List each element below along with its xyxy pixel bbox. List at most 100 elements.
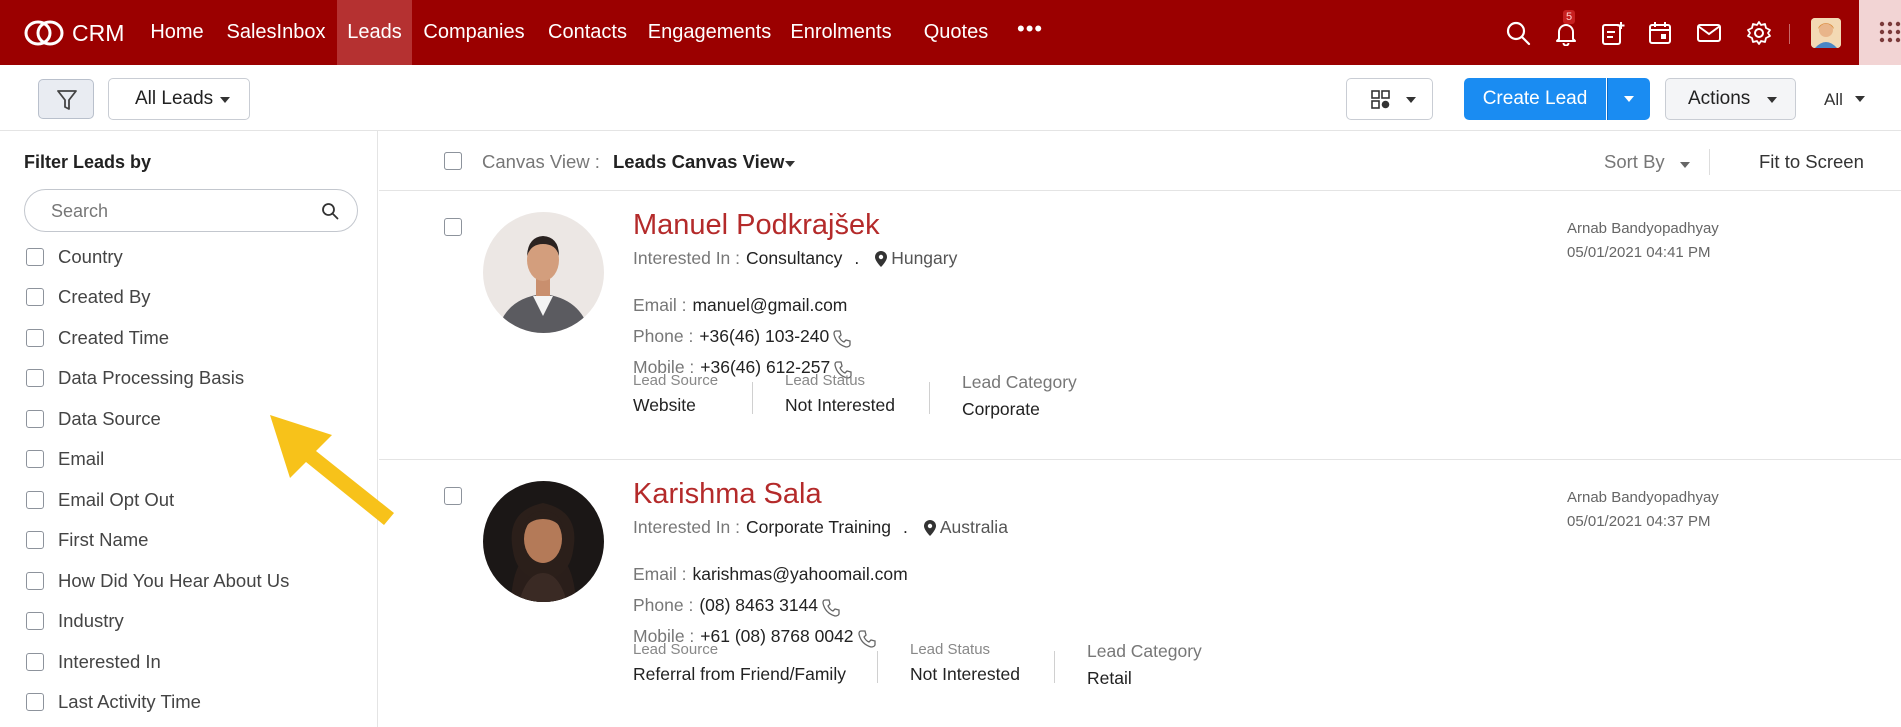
interested-in-value: Corporate Training: [746, 517, 891, 537]
brand-name: CRM: [72, 19, 125, 46]
view-switcher-dropdown[interactable]: [1346, 78, 1433, 120]
checkbox[interactable]: [26, 531, 44, 549]
lead-status-label: Lead Status: [785, 372, 866, 389]
nav-item-quotes[interactable]: Quotes: [917, 0, 995, 65]
filter-item-industry[interactable]: Industry: [26, 609, 124, 633]
filter-label: Data Source: [58, 408, 161, 429]
lead-phone[interactable]: (08) 8463 3144: [699, 595, 818, 616]
filter-item-created-time[interactable]: Created Time: [26, 326, 169, 350]
nav-item-leads[interactable]: Leads: [337, 0, 412, 65]
checkbox[interactable]: [26, 248, 44, 266]
chevron-down-icon[interactable]: [1680, 162, 1690, 168]
lead-owner: Arnab Bandyopadhyay: [1567, 220, 1719, 237]
lead-category-value: Corporate: [962, 399, 1040, 419]
filter-label: How Did You Hear About Us: [58, 570, 290, 591]
lead-card[interactable]: Manuel Podkrajšek Interested In : Consul…: [379, 192, 1901, 460]
filter-item-how-did-you-hear[interactable]: How Did You Hear About Us: [26, 569, 289, 593]
lead-location: Australia: [939, 517, 1008, 537]
sidebar-title: Filter Leads by: [24, 152, 152, 172]
nav-more-button[interactable]: •••: [1017, 0, 1043, 65]
checkbox[interactable]: [26, 572, 44, 590]
lead-email[interactable]: karishmas@yahoomail.com: [692, 564, 907, 585]
nav-item-home[interactable]: Home: [140, 0, 214, 65]
lead-category-label: Lead Category: [1087, 641, 1202, 661]
lead-phone[interactable]: +36(46) 103-240: [699, 326, 829, 347]
lead-name[interactable]: Karishma Sala: [633, 478, 822, 511]
checkbox[interactable]: [26, 410, 44, 428]
lead-category-value: Retail: [1087, 668, 1132, 688]
sort-by-dropdown[interactable]: Sort By: [1604, 151, 1665, 173]
apps-grid-icon: [1879, 21, 1901, 43]
lead-select-checkbox[interactable]: [444, 218, 462, 236]
phone-call-icon[interactable]: [857, 630, 876, 648]
canvas-view-panel: Canvas View : Leads Canvas View Sort By …: [379, 131, 1901, 727]
mail-icon[interactable]: [1696, 20, 1722, 46]
actions-label: Actions: [1688, 88, 1751, 109]
lead-select-checkbox[interactable]: [444, 487, 462, 505]
lead-status-value: Not Interested: [785, 395, 895, 415]
lead-name[interactable]: Manuel Podkrajšek: [633, 209, 880, 242]
checkbox[interactable]: [26, 450, 44, 468]
lead-status-block: Lead Status Not Interested: [785, 372, 895, 416]
checkbox[interactable]: [26, 612, 44, 630]
divider: [929, 382, 930, 414]
create-lead-options-button[interactable]: [1607, 78, 1650, 120]
search-icon[interactable]: [1505, 20, 1531, 46]
phone-label: Phone :: [633, 594, 694, 615]
nav-item-companies[interactable]: Companies: [419, 0, 529, 65]
nav-item-contacts[interactable]: Contacts: [541, 0, 634, 65]
chevron-down-icon: [220, 97, 230, 103]
checkbox[interactable]: [26, 288, 44, 306]
filter-item-data-processing-basis[interactable]: Data Processing Basis: [26, 366, 244, 390]
create-lead-button[interactable]: Create Lead: [1464, 78, 1606, 120]
record-scope-dropdown[interactable]: All: [1824, 90, 1843, 110]
filter-label: Country: [58, 246, 123, 267]
filter-item-interested-in[interactable]: Interested In: [26, 650, 161, 674]
interested-in-row: Interested In : Consultancy . Hungary: [633, 248, 957, 269]
lead-created-time: 05/01/2021 04:41 PM: [1567, 244, 1711, 261]
divider: [1054, 651, 1055, 683]
search-icon[interactable]: [321, 202, 339, 220]
checkbox[interactable]: [26, 369, 44, 387]
fit-to-screen-checkbox[interactable]: [444, 152, 462, 170]
email-row: Email : karishmas@yahoomail.com: [633, 564, 908, 585]
filter-search-box[interactable]: [24, 189, 358, 232]
crm-logo[interactable]: CRM: [24, 17, 124, 49]
new-record-icon[interactable]: [1600, 20, 1626, 46]
canvas-view-label: Canvas View :: [482, 151, 600, 172]
filter-item-country[interactable]: Country: [26, 245, 123, 269]
apps-grid-button[interactable]: [1859, 0, 1901, 65]
phone-call-icon[interactable]: [822, 599, 840, 617]
divider: [877, 651, 878, 683]
filter-item-data-source[interactable]: Data Source: [26, 407, 161, 431]
filter-item-first-name[interactable]: First Name: [26, 528, 148, 552]
custom-view-dropdown[interactable]: All Leads: [108, 78, 250, 120]
nav-item-engagements[interactable]: Engagements: [647, 0, 772, 65]
canvas-view-selector[interactable]: Leads Canvas View: [613, 151, 784, 173]
nav-item-salesinbox[interactable]: SalesInbox: [220, 0, 332, 65]
checkbox[interactable]: [26, 329, 44, 347]
user-avatar[interactable]: [1811, 18, 1841, 48]
filter-search-input[interactable]: [51, 200, 301, 222]
lead-card[interactable]: Karishma Sala Interested In : Corporate …: [379, 461, 1901, 727]
filter-item-email[interactable]: Email: [26, 447, 104, 471]
location-pin-icon: [875, 250, 888, 267]
filter-item-last-activity-time[interactable]: Last Activity Time: [26, 690, 201, 714]
calendar-icon[interactable]: [1647, 20, 1673, 46]
chevron-down-icon[interactable]: [785, 161, 795, 167]
phone-call-icon[interactable]: [833, 330, 851, 348]
checkbox[interactable]: [26, 653, 44, 671]
lead-email[interactable]: manuel@gmail.com: [692, 295, 847, 316]
record-scope-label: All: [1824, 90, 1843, 109]
gear-icon[interactable]: [1746, 20, 1772, 46]
nav-item-enrolments[interactable]: Enrolments: [787, 0, 895, 65]
filter-item-created-by[interactable]: Created By: [26, 285, 151, 309]
lead-source-value: Website: [633, 395, 696, 415]
checkbox[interactable]: [26, 693, 44, 711]
actions-dropdown[interactable]: Actions: [1665, 78, 1796, 120]
filter-item-email-opt-out[interactable]: Email Opt Out: [26, 488, 174, 512]
lead-status-value: Not Interested: [910, 664, 1020, 684]
filter-toggle-button[interactable]: [38, 79, 94, 119]
lead-owner-info: Arnab Bandyopadhyay 05/01/2021 04:37 PM: [1567, 486, 1719, 534]
checkbox[interactable]: [26, 491, 44, 509]
